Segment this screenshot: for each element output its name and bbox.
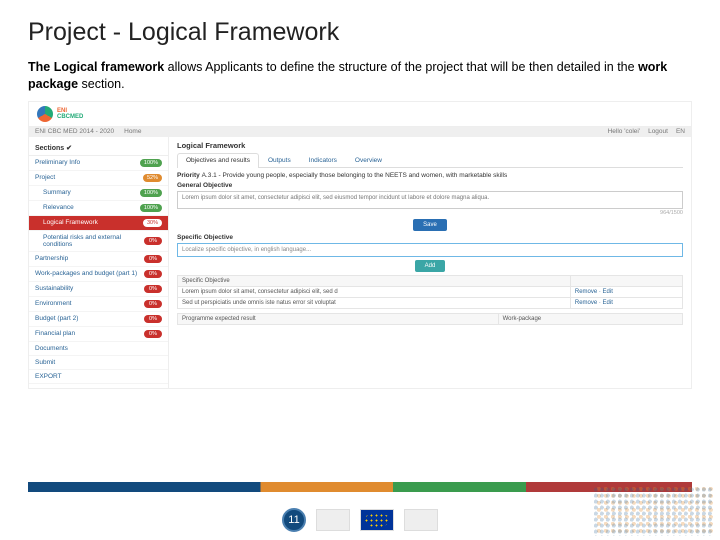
page-title: Project - Logical Framework bbox=[28, 18, 692, 47]
lang-switch[interactable]: EN bbox=[676, 128, 685, 135]
table-col-objective: Specific Objective bbox=[178, 275, 571, 286]
tab-1[interactable]: Outputs bbox=[259, 153, 300, 167]
sidebar-item-7[interactable]: Work-packages and budget (part 1) 0% bbox=[29, 267, 168, 282]
brand-text: ENI CBCMED bbox=[57, 108, 83, 120]
sidebar-item-label: Relevance bbox=[43, 204, 74, 211]
sidebar-item-3[interactable]: Relevance 100% bbox=[29, 201, 168, 216]
progress-badge: 0% bbox=[144, 285, 162, 293]
footer-logo-eni-icon bbox=[316, 509, 350, 531]
progress-badge: 0% bbox=[144, 300, 162, 308]
sidebar-item-label: Summary bbox=[43, 189, 71, 196]
specific-objective-table: Specific Objective Lorem ipsum dolor sit… bbox=[177, 275, 683, 309]
table-col-actions bbox=[570, 275, 682, 286]
sidebar-item-label: Preliminary Info bbox=[35, 159, 80, 166]
general-objective-input[interactable]: Lorem ipsum dolor sit amet, consectetur … bbox=[177, 191, 683, 209]
sidebar-item-label: Logical Framework bbox=[43, 219, 98, 226]
sidebar-item-14[interactable]: EXPORT bbox=[29, 370, 168, 384]
sidebar-item-6[interactable]: Partnership 0% bbox=[29, 252, 168, 267]
sidebar-item-12[interactable]: Documents bbox=[29, 342, 168, 356]
specific-objective-input[interactable]: Localize specific objective, in english … bbox=[177, 243, 683, 257]
progress-badge: 30% bbox=[143, 219, 162, 227]
save-button[interactable]: Save bbox=[413, 219, 447, 231]
tab-3[interactable]: Overview bbox=[346, 153, 391, 167]
progress-badge: 0% bbox=[144, 315, 162, 323]
general-objective-label: General Objective bbox=[177, 182, 683, 189]
page-number: 11 bbox=[282, 508, 306, 532]
sidebar-item-0[interactable]: Preliminary Info 100% bbox=[29, 156, 168, 171]
footer-logo-region-icon bbox=[404, 509, 438, 531]
tabs: Objectives and resultsOutputsIndicatorsO… bbox=[177, 153, 683, 168]
sidebar-item-10[interactable]: Budget (part 2) 0% bbox=[29, 312, 168, 327]
progress-badge: 100% bbox=[140, 204, 162, 212]
row-actions[interactable]: Remove · Edit bbox=[575, 300, 613, 306]
add-button[interactable]: Add bbox=[415, 260, 446, 272]
user-greeting: Hello 'colei' bbox=[608, 128, 640, 135]
progress-badge: 100% bbox=[140, 159, 162, 167]
tab-2[interactable]: Indicators bbox=[300, 153, 346, 167]
progress-badge: 0% bbox=[144, 330, 162, 338]
app-screenshot: ENI CBCMED ENI CBC MED 2014 - 2020 Home … bbox=[28, 101, 692, 389]
sidebar-item-label: Sustainability bbox=[35, 285, 73, 292]
sidebar-item-1[interactable]: Project 52% bbox=[29, 171, 168, 186]
sidebar-item-5[interactable]: Potential risks and external conditions0… bbox=[29, 231, 168, 252]
main-panel: Logical Framework Objectives and results… bbox=[169, 137, 691, 388]
top-nav: ENI CBC MED 2014 - 2020 Home Hello 'cole… bbox=[29, 127, 691, 137]
color-strip bbox=[28, 482, 692, 492]
priority-label: Priority A.3.1 - Provide young people, e… bbox=[177, 172, 683, 179]
brand-logo-icon bbox=[37, 106, 53, 122]
sidebar-item-11[interactable]: Financial plan 0% bbox=[29, 327, 168, 342]
progress-badge: 0% bbox=[144, 255, 162, 263]
sidebar-item-label: Submit bbox=[35, 359, 55, 366]
progress-badge: 100% bbox=[140, 189, 162, 197]
sidebar-item-4[interactable]: Logical Framework 30% bbox=[29, 216, 168, 231]
sidebar-item-label: Financial plan bbox=[35, 330, 75, 337]
sections-sidebar: Sections ✔ Preliminary Info 100% Project 52… bbox=[29, 137, 169, 388]
sidebar-item-label: Documents bbox=[35, 345, 68, 352]
row-actions[interactable]: Remove · Edit bbox=[575, 289, 613, 295]
col-work-package: Work-package bbox=[498, 313, 682, 324]
slide-footer: 11 bbox=[0, 508, 720, 532]
intro-text: The Logical framework allows Applicants … bbox=[28, 59, 668, 93]
sidebar-item-label: EXPORT bbox=[35, 373, 62, 380]
progress-badge: 0% bbox=[144, 270, 162, 278]
logout-link[interactable]: Logout bbox=[648, 128, 668, 135]
app-header: ENI CBCMED bbox=[29, 102, 691, 127]
sidebar-item-label: Partnership bbox=[35, 255, 68, 262]
sidebar-item-label: Project bbox=[35, 174, 55, 181]
tab-0[interactable]: Objectives and results bbox=[177, 153, 259, 168]
sidebar-header: Sections ✔ bbox=[29, 141, 168, 156]
nav-home[interactable]: Home bbox=[124, 128, 141, 135]
col-expected-result: Programme expected result bbox=[178, 313, 499, 324]
sidebar-item-label: Environment bbox=[35, 300, 72, 307]
sidebar-item-label: Work-packages and budget (part 1) bbox=[35, 270, 137, 277]
sidebar-item-9[interactable]: Environment 0% bbox=[29, 297, 168, 312]
progress-badge: 0% bbox=[144, 237, 162, 245]
table-row: Lorem ipsum dolor sit amet, consectetur … bbox=[178, 286, 683, 297]
specific-objective-label: Specific Objective bbox=[177, 234, 683, 241]
sidebar-item-13[interactable]: Submit bbox=[29, 356, 168, 370]
expected-result-table: Programme expected result Work-package bbox=[177, 313, 683, 325]
sidebar-item-8[interactable]: Sustainability 0% bbox=[29, 282, 168, 297]
progress-badge: 52% bbox=[143, 174, 162, 182]
sidebar-item-label: Budget (part 2) bbox=[35, 315, 78, 322]
table-row: Sed ut perspiciatis unde omnis iste natu… bbox=[178, 297, 683, 308]
panel-title: Logical Framework bbox=[177, 141, 683, 150]
programme-label: ENI CBC MED 2014 - 2020 bbox=[35, 128, 114, 135]
footer-logo-eu-icon bbox=[360, 509, 394, 531]
sidebar-item-2[interactable]: Summary 100% bbox=[29, 186, 168, 201]
char-count: 964/1500 bbox=[177, 210, 683, 216]
sidebar-item-label: Potential risks and external conditions bbox=[43, 234, 144, 248]
